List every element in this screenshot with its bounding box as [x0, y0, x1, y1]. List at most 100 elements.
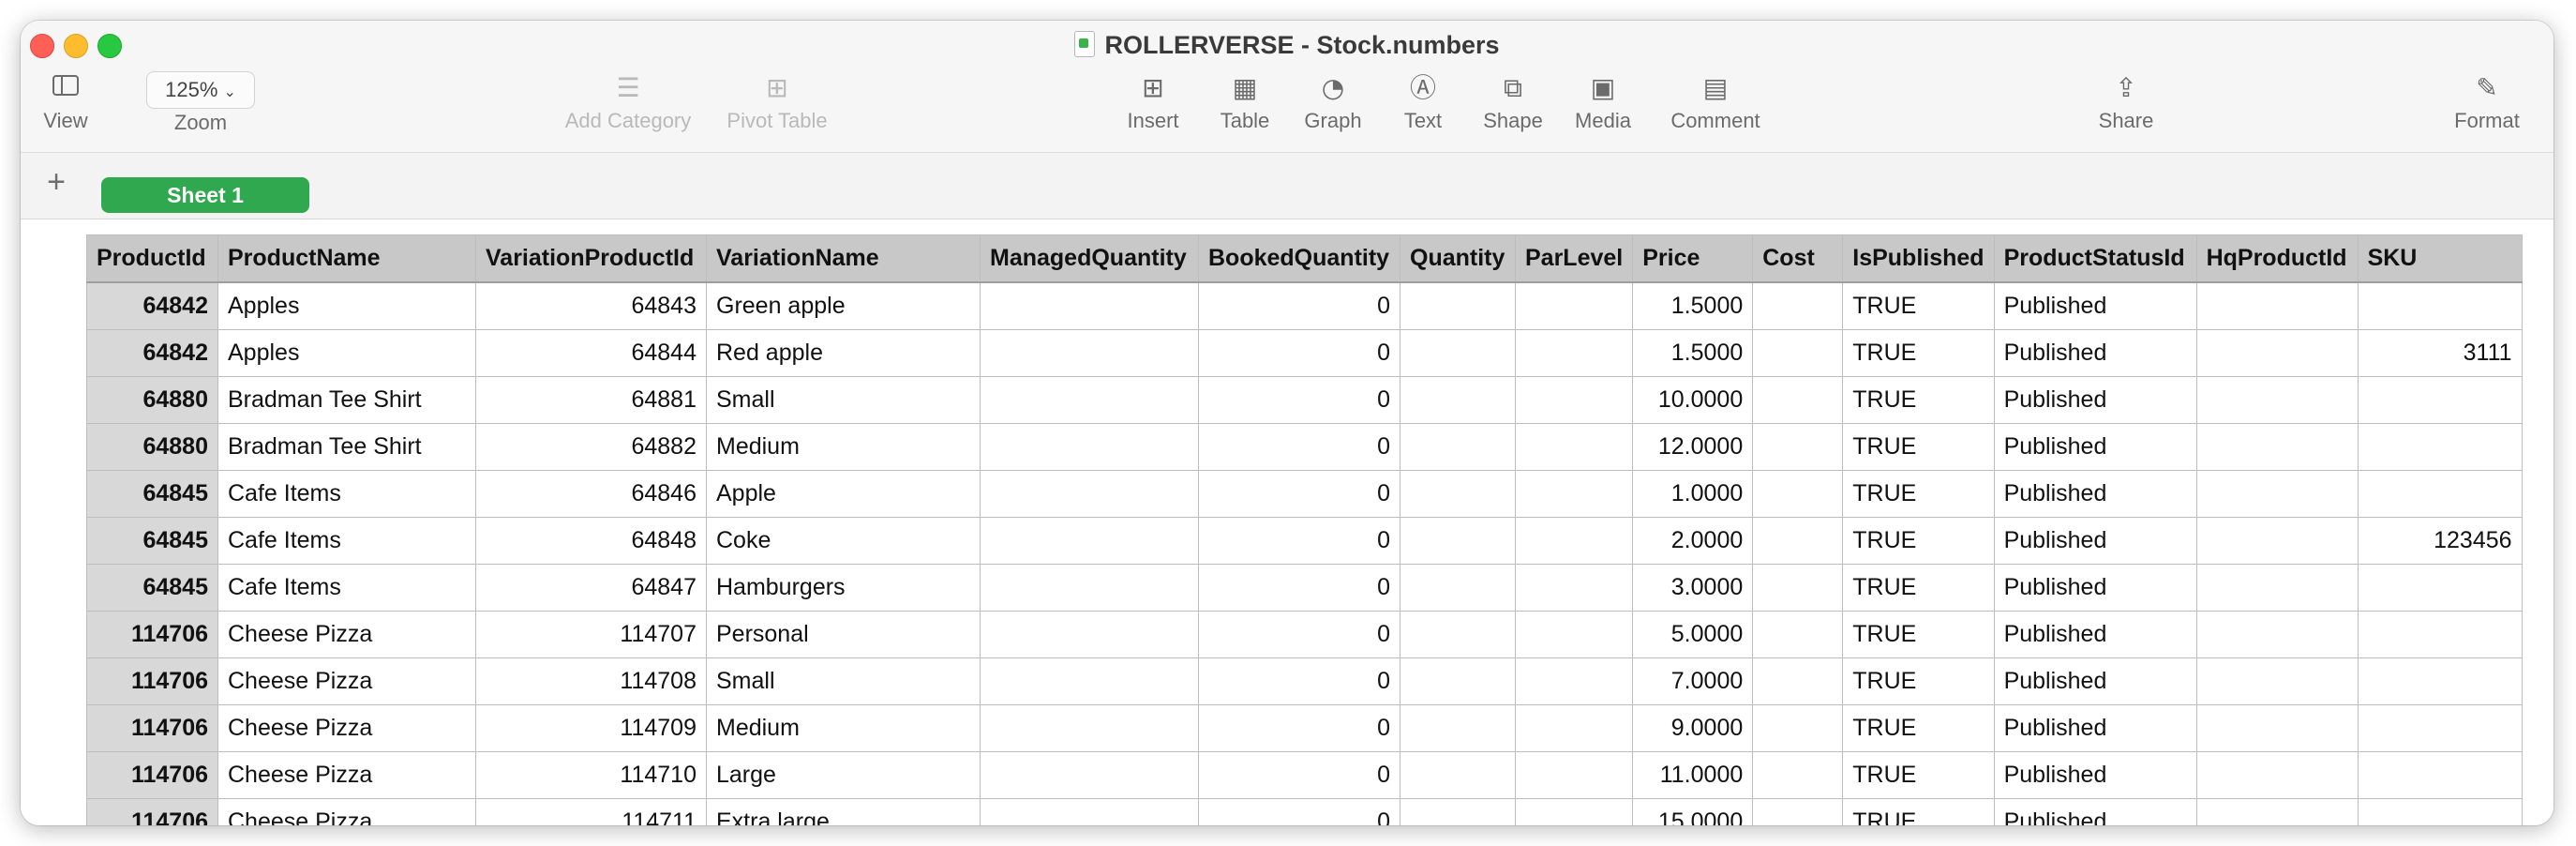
table-cell[interactable]: [980, 329, 1199, 377]
table-cell[interactable]: 114708: [475, 657, 707, 705]
table-cell[interactable]: 0: [1198, 704, 1400, 752]
table-cell[interactable]: [2195, 751, 2359, 799]
table-cell[interactable]: [1752, 704, 1844, 752]
table-cell[interactable]: [1752, 564, 1844, 612]
table-cell[interactable]: 114706: [86, 704, 218, 752]
table-cell[interactable]: [2195, 423, 2359, 471]
table-cell[interactable]: TRUE: [1842, 423, 1995, 471]
table-cell[interactable]: 12.0000: [1632, 423, 1754, 471]
table-cell[interactable]: Published: [1993, 517, 2197, 565]
table-cell[interactable]: [2357, 704, 2523, 752]
shape-button[interactable]: ⧉ Shape: [1475, 69, 1550, 135]
table-cell[interactable]: 114706: [86, 611, 218, 658]
pivot-table-button[interactable]: ⊞ Pivot Table: [697, 69, 857, 135]
table-cell[interactable]: [1514, 423, 1634, 471]
table-cell[interactable]: [2357, 751, 2523, 799]
table-cell[interactable]: 1.0000: [1632, 470, 1754, 518]
column-header[interactable]: Quantity: [1400, 234, 1516, 283]
table-cell[interactable]: Published: [1993, 611, 2197, 658]
zoom-control[interactable]: 125% ⌄ Zoom: [122, 69, 279, 137]
table-cell[interactable]: [1400, 564, 1516, 612]
table-cell[interactable]: [980, 517, 1199, 565]
table-cell[interactable]: [1400, 704, 1516, 752]
table-cell[interactable]: [2357, 798, 2523, 825]
table-cell[interactable]: [1752, 611, 1844, 658]
table-cell[interactable]: Published: [1993, 423, 2197, 471]
table-cell[interactable]: Bradman Tee Shirt: [217, 376, 476, 424]
table-cell[interactable]: [1514, 704, 1634, 752]
table-cell[interactable]: 0: [1198, 423, 1400, 471]
table-cell[interactable]: [1400, 751, 1516, 799]
table-cell[interactable]: Published: [1993, 470, 2197, 518]
format-button[interactable]: ✎ Format: [2445, 69, 2529, 135]
table-cell[interactable]: Coke: [706, 517, 981, 565]
table-cell[interactable]: [2195, 611, 2359, 658]
table-cell[interactable]: Small: [706, 376, 981, 424]
table-cell[interactable]: [2195, 798, 2359, 825]
table-cell[interactable]: Medium: [706, 704, 981, 752]
table-cell[interactable]: Cafe Items: [217, 470, 476, 518]
zoom-select[interactable]: 125% ⌄: [146, 71, 255, 109]
table-cell[interactable]: Medium: [706, 423, 981, 471]
table-cell[interactable]: [1752, 376, 1844, 424]
table-cell[interactable]: [1400, 611, 1516, 658]
table-cell[interactable]: [1514, 611, 1634, 658]
table-cell[interactable]: [1752, 517, 1844, 565]
table-cell[interactable]: 114707: [475, 611, 707, 658]
table-cell[interactable]: 64846: [475, 470, 707, 518]
table-cell[interactable]: [2195, 470, 2359, 518]
table-cell[interactable]: 64847: [475, 564, 707, 612]
column-header[interactable]: ManagedQuantity: [980, 234, 1199, 283]
table-cell[interactable]: TRUE: [1842, 281, 1995, 330]
column-header[interactable]: Price: [1632, 234, 1754, 283]
table-cell[interactable]: TRUE: [1842, 564, 1995, 612]
table-cell[interactable]: [1752, 798, 1844, 825]
table-cell[interactable]: [2357, 470, 2523, 518]
table-cell[interactable]: [2195, 517, 2359, 565]
column-header[interactable]: ProductStatusId: [1993, 234, 2197, 283]
table-cell[interactable]: 64845: [86, 517, 218, 565]
table-cell[interactable]: 1.5000: [1632, 281, 1754, 330]
table-cell[interactable]: 15.0000: [1632, 798, 1754, 825]
table-cell[interactable]: 0: [1198, 657, 1400, 705]
table-cell[interactable]: Published: [1993, 798, 2197, 825]
table-cell[interactable]: Bradman Tee Shirt: [217, 423, 476, 471]
table-cell[interactable]: TRUE: [1842, 704, 1995, 752]
table-cell[interactable]: Green apple: [706, 281, 981, 330]
table-cell[interactable]: 64845: [86, 470, 218, 518]
table-cell[interactable]: Cafe Items: [217, 517, 476, 565]
table-cell[interactable]: [1514, 329, 1634, 377]
table-cell[interactable]: [1514, 281, 1634, 330]
table-cell[interactable]: TRUE: [1842, 329, 1995, 377]
table-cell[interactable]: Apples: [217, 329, 476, 377]
table-cell[interactable]: 3111: [2357, 329, 2523, 377]
table-cell[interactable]: Published: [1993, 376, 2197, 424]
table-cell[interactable]: Small: [706, 657, 981, 705]
table-cell[interactable]: [1514, 564, 1634, 612]
table-cell[interactable]: Cheese Pizza: [217, 751, 476, 799]
table-cell[interactable]: [2195, 329, 2359, 377]
table-cell[interactable]: [1752, 281, 1844, 330]
table-cell[interactable]: Hamburgers: [706, 564, 981, 612]
table-cell[interactable]: Published: [1993, 564, 2197, 612]
table-cell[interactable]: Apples: [217, 281, 476, 330]
table-cell[interactable]: 64881: [475, 376, 707, 424]
table-cell[interactable]: [980, 376, 1199, 424]
column-header[interactable]: HqProductId: [2195, 234, 2359, 283]
table-cell[interactable]: 64842: [86, 329, 218, 377]
table-cell[interactable]: Red apple: [706, 329, 981, 377]
table-cell[interactable]: TRUE: [1842, 751, 1995, 799]
text-button[interactable]: Ⓐ Text: [1385, 69, 1460, 135]
column-header[interactable]: Cost: [1752, 234, 1844, 283]
table-cell[interactable]: 64844: [475, 329, 707, 377]
table-cell[interactable]: TRUE: [1842, 611, 1995, 658]
table-cell[interactable]: TRUE: [1842, 798, 1995, 825]
table-button[interactable]: ▦ Table: [1207, 69, 1282, 135]
table-cell[interactable]: 0: [1198, 751, 1400, 799]
table-cell[interactable]: [2195, 704, 2359, 752]
table-cell[interactable]: 5.0000: [1632, 611, 1754, 658]
table-cell[interactable]: 2.0000: [1632, 517, 1754, 565]
add-sheet-button[interactable]: +: [39, 166, 73, 200]
table-cell[interactable]: TRUE: [1842, 657, 1995, 705]
table-cell[interactable]: [1752, 470, 1844, 518]
